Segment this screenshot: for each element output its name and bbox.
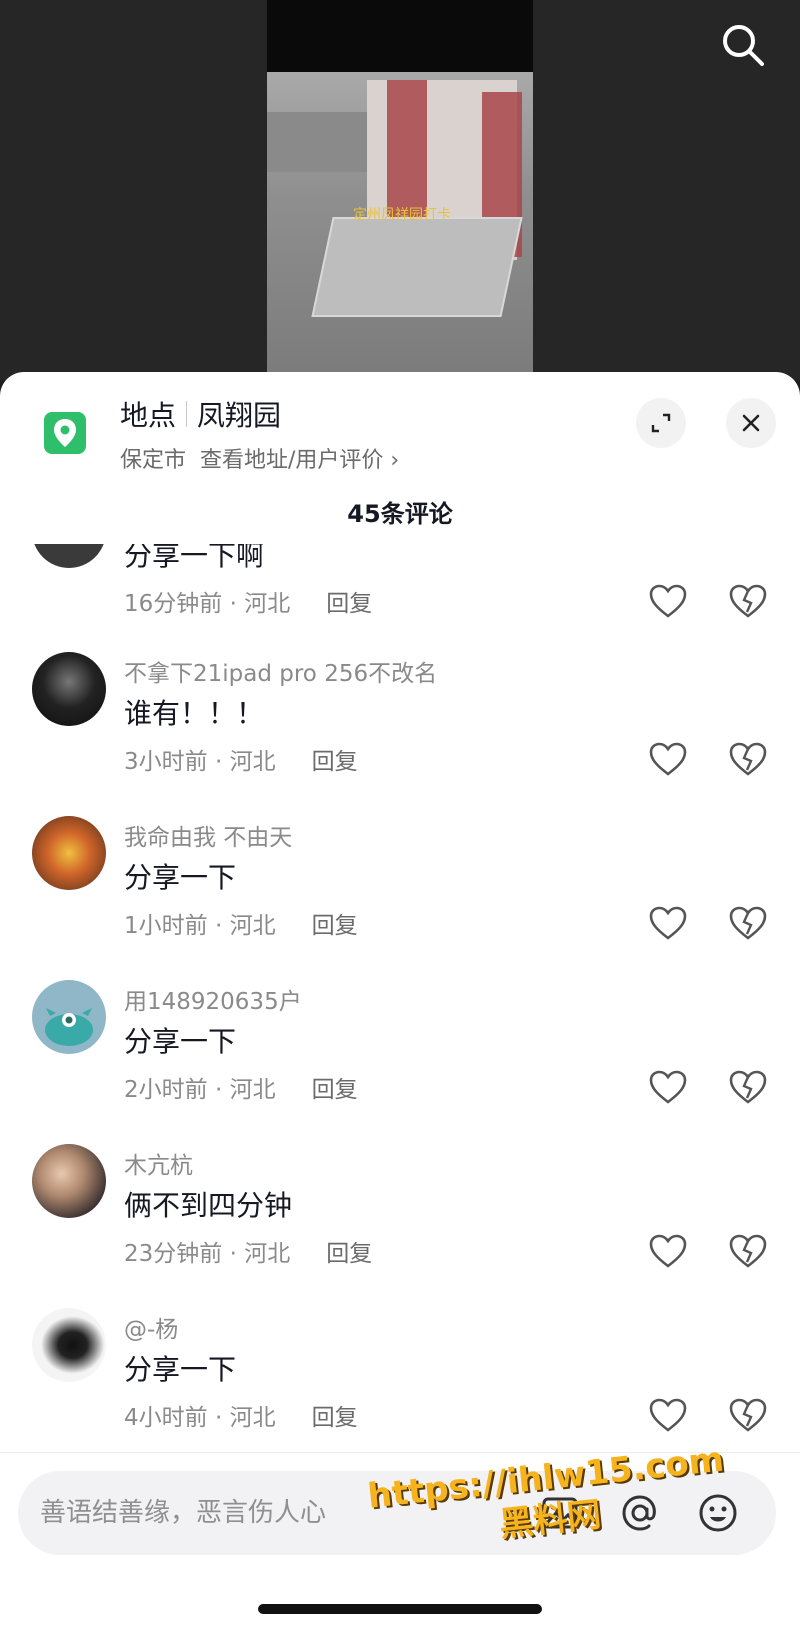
- heart-icon[interactable]: [648, 1396, 688, 1436]
- broken-heart-icon[interactable]: [728, 582, 768, 622]
- comment-text: 分享一下: [124, 1025, 237, 1058]
- reply-button[interactable]: 回复: [312, 1077, 358, 1103]
- location-subtitle[interactable]: 保定市 查看地址/用户评价 ›: [120, 442, 399, 474]
- avatar[interactable]: [32, 980, 106, 1054]
- comment-time: 1小时前 · 河北: [124, 913, 276, 939]
- broken-heart-icon[interactable]: [728, 1232, 768, 1272]
- comment-text: 分享一下: [124, 861, 237, 894]
- location-pin-icon[interactable]: [44, 412, 86, 454]
- comment-item: 分享一下啊 16分钟前 · 河北 回复: [0, 544, 800, 658]
- comment-time: 16分钟前 · 河北: [124, 591, 291, 617]
- heart-icon[interactable]: [648, 1068, 688, 1108]
- location-title[interactable]: 地点 凤翔园: [120, 394, 281, 434]
- comment-count: 45条评论: [347, 500, 453, 528]
- comment-list[interactable]: 分享一下啊 16分钟前 · 河北 回复 不拿下21ipad pro 256不改名 …: [0, 544, 800, 1444]
- heart-icon[interactable]: [648, 1232, 688, 1272]
- close-button[interactable]: [726, 398, 776, 448]
- comment-meta: 1小时前 · 河北 回复: [124, 906, 358, 940]
- video-background: 定州凤祥园打卡: [0, 0, 800, 380]
- comment-username[interactable]: 木亢杭: [124, 1146, 193, 1180]
- broken-heart-icon[interactable]: [728, 904, 768, 944]
- comment-item: 不拿下21ipad pro 256不改名 谁有！！！ 3小时前 · 河北 回复: [0, 652, 800, 816]
- comment-username[interactable]: @-杨: [124, 1310, 178, 1344]
- comment-username[interactable]: 用148920635户: [124, 982, 302, 1016]
- comment-time: 2小时前 · 河北: [124, 1077, 276, 1103]
- title-divider: [186, 401, 188, 427]
- comment-text: 分享一下啊: [124, 544, 265, 572]
- video-scene-rooftop: [311, 217, 523, 317]
- comment-username[interactable]: 不拿下21ipad pro 256不改名: [124, 654, 437, 688]
- comment-item: 木亢杭 俩不到四分钟 23分钟前 · 河北 回复: [0, 1144, 800, 1308]
- comment-meta: 23分钟前 · 河北 回复: [124, 1234, 372, 1268]
- video-caption: 定州凤祥园打卡: [353, 207, 451, 223]
- heart-icon[interactable]: [648, 582, 688, 622]
- avatar[interactable]: [32, 1144, 106, 1218]
- comment-item: 我命由我 不由天 分享一下 1小时前 · 河北 回复: [0, 816, 800, 980]
- reply-button[interactable]: 回复: [312, 913, 358, 939]
- reply-button[interactable]: 回复: [312, 749, 358, 775]
- comment-meta: 4小时前 · 河北 回复: [124, 1398, 358, 1432]
- video-player[interactable]: 定州凤祥园打卡: [267, 72, 533, 380]
- comment-item: 用148920635户 分享一下 2小时前 · 河北 回复: [0, 980, 800, 1144]
- location-detail-link[interactable]: 查看地址/用户评价 ›: [200, 442, 399, 474]
- watermark: https://ihlw15.com 黑料网: [355, 1437, 742, 1560]
- home-indicator[interactable]: [258, 1604, 542, 1614]
- reply-button[interactable]: 回复: [326, 591, 372, 617]
- avatar[interactable]: [32, 544, 106, 568]
- avatar[interactable]: [32, 1308, 106, 1382]
- heart-icon[interactable]: [648, 904, 688, 944]
- comment-input-box[interactable]: https://ihlw15.com 黑料网: [18, 1440, 776, 1555]
- comment-time: 23分钟前 · 河北: [124, 1241, 291, 1267]
- expand-icon: [651, 413, 671, 433]
- video-letterbox: [267, 0, 533, 72]
- video-scene-building-left: [267, 112, 367, 172]
- comment-username[interactable]: 我命由我 不由天: [124, 818, 292, 852]
- close-icon: [742, 414, 760, 432]
- location-name: 凤翔园: [197, 399, 282, 432]
- comment-sheet: 地点 凤翔园 保定市 查看地址/用户评价 › 45条评论 分享一下啊 16分钟前…: [0, 372, 800, 1635]
- comment-item: @-杨 分享一下 4小时前 · 河北 回复: [0, 1308, 800, 1444]
- comment-time: 4小时前 · 河北: [124, 1405, 276, 1431]
- avatar[interactable]: [32, 816, 106, 890]
- location-city: 保定市: [120, 448, 187, 473]
- avatar[interactable]: [32, 652, 106, 726]
- expand-button[interactable]: [636, 398, 686, 448]
- broken-heart-icon[interactable]: [728, 1396, 768, 1436]
- comment-text: 分享一下: [124, 1353, 237, 1386]
- reply-button[interactable]: 回复: [326, 1241, 372, 1267]
- search-icon[interactable]: [718, 20, 768, 70]
- comment-time: 3小时前 · 河北: [124, 749, 276, 775]
- location-label: 地点: [120, 399, 177, 432]
- comment-text: 谁有！！！: [124, 697, 265, 730]
- broken-heart-icon[interactable]: [728, 740, 768, 780]
- comment-text: 俩不到四分钟: [124, 1189, 293, 1222]
- comment-meta: 3小时前 · 河北 回复: [124, 742, 358, 776]
- heart-icon[interactable]: [648, 740, 688, 780]
- comment-meta: 16分钟前 · 河北 回复: [124, 584, 372, 618]
- broken-heart-icon[interactable]: [728, 1068, 768, 1108]
- reply-button[interactable]: 回复: [312, 1405, 358, 1431]
- comment-meta: 2小时前 · 河北 回复: [124, 1070, 358, 1104]
